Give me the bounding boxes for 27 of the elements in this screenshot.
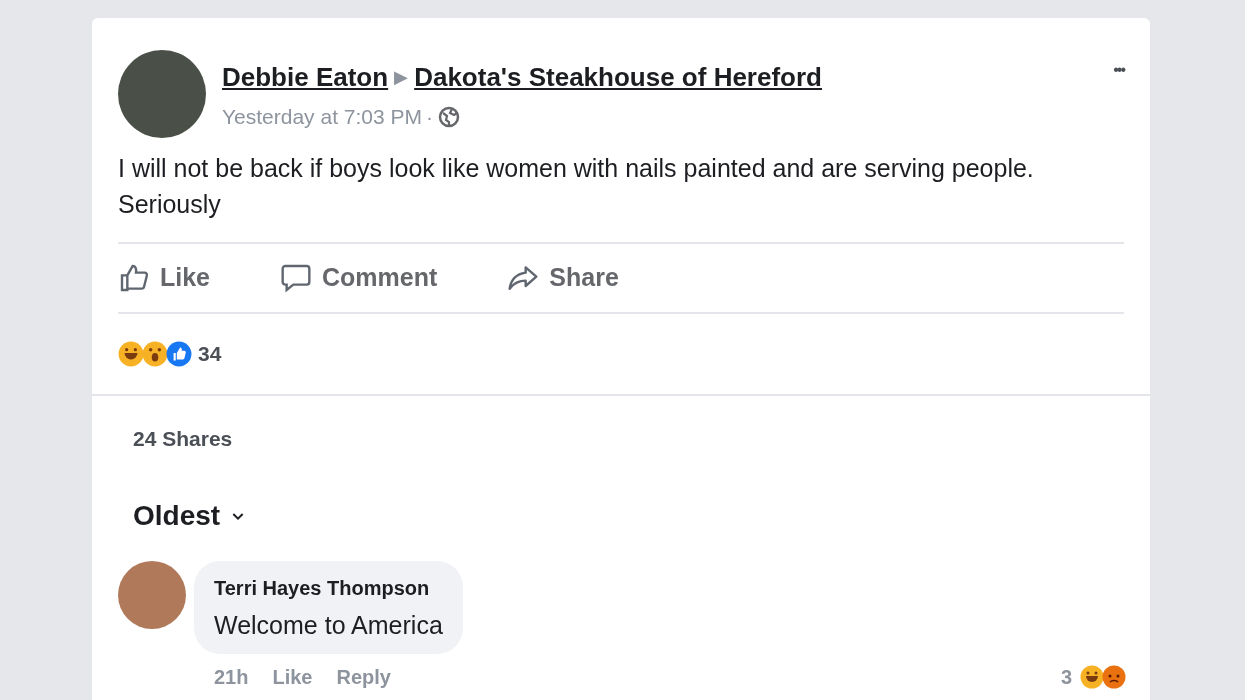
like-button[interactable]: Like [118,259,211,297]
commenter-name-link[interactable]: Terri Hayes Thompson [214,572,443,603]
thumbs-up-icon [166,341,192,367]
thumbs-up-icon [118,262,150,294]
timestamp-link[interactable]: Yesterday at 7:03 PM [222,101,422,133]
author-link[interactable]: Debbie Eaton [222,58,389,97]
comment-text: Welcome to America [214,609,443,641]
post-text: I will not be back if boys look like women with nails painted and are serving people. Seriously [118,153,1035,220]
shares-count[interactable]: 24 Shares [133,423,1124,455]
reaction-count[interactable]: 34 [198,338,222,370]
comment-action-link[interactable]: Like [272,662,313,692]
laughing-emoji-icon [118,341,144,367]
speech-bubble-icon [280,262,313,294]
comment-reaction-count[interactable]: 3 [1060,662,1072,692]
globe-icon [437,104,461,129]
comment-time[interactable]: 21h [214,662,249,692]
page-link[interactable]: Dakota's Steakhouse of Hereford [414,58,822,97]
laughing-emoji-icon [1080,665,1104,689]
more-options-button[interactable]: ••• [1113,58,1124,82]
surprised-emoji-icon [142,341,168,367]
comment-action-link[interactable]: Reply [336,662,391,692]
comment-button[interactable]: Comment [280,259,438,297]
sort-dropdown[interactable]: Oldest [133,494,247,537]
separator-dot: · [426,104,433,130]
arrow-icon: ▶ [394,64,409,91]
angry-emoji-icon [1102,665,1126,689]
share-button[interactable]: Share [507,259,619,297]
